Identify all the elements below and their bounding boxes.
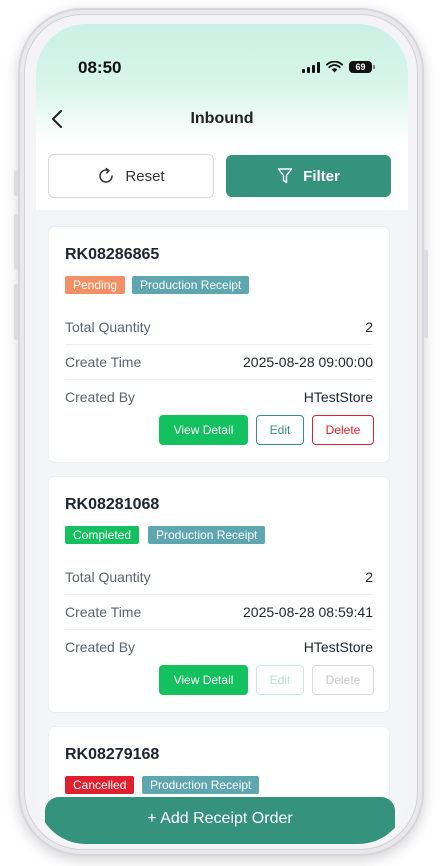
battery-icon: 69 [349, 61, 375, 73]
filter-label: Filter [303, 167, 340, 185]
create-time-label: Create Time [65, 604, 142, 620]
status-badge: Completed [65, 526, 140, 544]
total-quantity-label: Total Quantity [65, 569, 151, 585]
status-badge: Pending [65, 276, 126, 294]
row-total-quantity: Total Quantity 2 [65, 560, 373, 595]
create-time-value: 2025-08-28 08:59:41 [243, 604, 373, 620]
status-icons: 69 [302, 61, 375, 73]
phone-side-button [424, 250, 428, 338]
phone-side-button [14, 170, 18, 196]
delete-button-disabled: Delete [312, 665, 374, 695]
order-code: RK08281068 [65, 496, 160, 513]
created-by-label: Created By [65, 639, 136, 655]
cellular-signal-icon [302, 61, 320, 73]
created-by-value: HTestStore [303, 639, 373, 655]
filter-icon [277, 168, 293, 184]
row-created-by: Created By HTestStore [65, 630, 373, 664]
create-time-label: Create Time [65, 354, 142, 370]
order-code: RK08286865 [65, 246, 160, 263]
phone-side-button [14, 214, 18, 270]
action-bar: Reset Filter [36, 142, 408, 210]
type-badge: Production Receipt [142, 776, 260, 794]
phone-side-button [14, 284, 18, 340]
wifi-icon [326, 61, 343, 73]
refresh-icon [99, 167, 114, 183]
delete-button[interactable]: Delete [312, 415, 374, 445]
total-quantity-value: 2 [365, 319, 373, 335]
created-by-label: Created By [65, 389, 136, 405]
order-card: RK08281068 Completed Production Receipt … [49, 477, 389, 712]
create-time-value: 2025-08-28 09:00:00 [243, 354, 373, 370]
type-badge: Production Receipt [148, 526, 266, 544]
type-badge: Production Receipt [132, 276, 250, 294]
status-time: 08:50 [78, 58, 122, 77]
row-total-quantity: Total Quantity 2 [65, 310, 373, 345]
add-receipt-order-button[interactable]: + Add Receipt Order [45, 797, 395, 844]
status-badge: Cancelled [65, 776, 135, 794]
view-detail-button[interactable]: View Detail [159, 415, 248, 445]
edit-button[interactable]: Edit [256, 415, 304, 445]
total-quantity-label: Total Quantity [65, 319, 151, 335]
reset-label: Reset [125, 167, 165, 185]
reset-button[interactable]: Reset [48, 154, 214, 198]
filter-button[interactable]: Filter [226, 155, 391, 197]
app-screen: 08:50 69 Inbound Reset Filter RK08286865… [36, 24, 408, 844]
row-create-time: Create Time 2025-08-28 09:00:00 [65, 345, 373, 380]
edit-button-disabled: Edit [256, 665, 304, 695]
page-title: Inbound [190, 110, 254, 127]
order-code: RK08279168 [65, 746, 160, 763]
created-by-value: HTestStore [303, 389, 373, 405]
row-created-by: Created By HTestStore [65, 380, 373, 414]
row-create-time: Create Time 2025-08-28 08:59:41 [65, 595, 373, 630]
view-detail-button[interactable]: View Detail [159, 665, 248, 695]
total-quantity-value: 2 [365, 569, 373, 585]
order-card: RK08286865 Pending Production Receipt To… [49, 227, 389, 462]
